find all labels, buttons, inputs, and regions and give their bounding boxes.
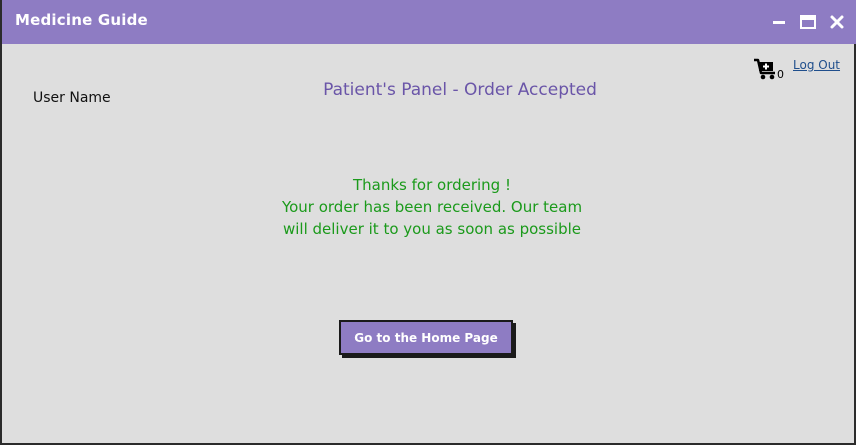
app-window: Medicine Guide 0 Log Out User Name Patie… bbox=[0, 0, 856, 445]
close-icon[interactable] bbox=[827, 12, 847, 32]
minimize-icon[interactable] bbox=[769, 12, 789, 32]
order-confirmation-message: Thanks for ordering ! Your order has bee… bbox=[2, 174, 856, 240]
message-line: Your order has been received. Our team bbox=[281, 198, 583, 216]
logout-link[interactable]: Log Out bbox=[793, 58, 840, 72]
message-line: will deliver it to you as soon as possib… bbox=[282, 220, 582, 238]
message-line: Thanks for ordering ! bbox=[352, 176, 511, 194]
title-bar: Medicine Guide bbox=[2, 0, 856, 44]
app-title: Medicine Guide bbox=[15, 11, 148, 29]
maximize-icon[interactable] bbox=[798, 12, 818, 32]
page-title: Patient's Panel - Order Accepted bbox=[323, 80, 597, 100]
go-home-button[interactable]: Go to the Home Page bbox=[339, 320, 513, 355]
